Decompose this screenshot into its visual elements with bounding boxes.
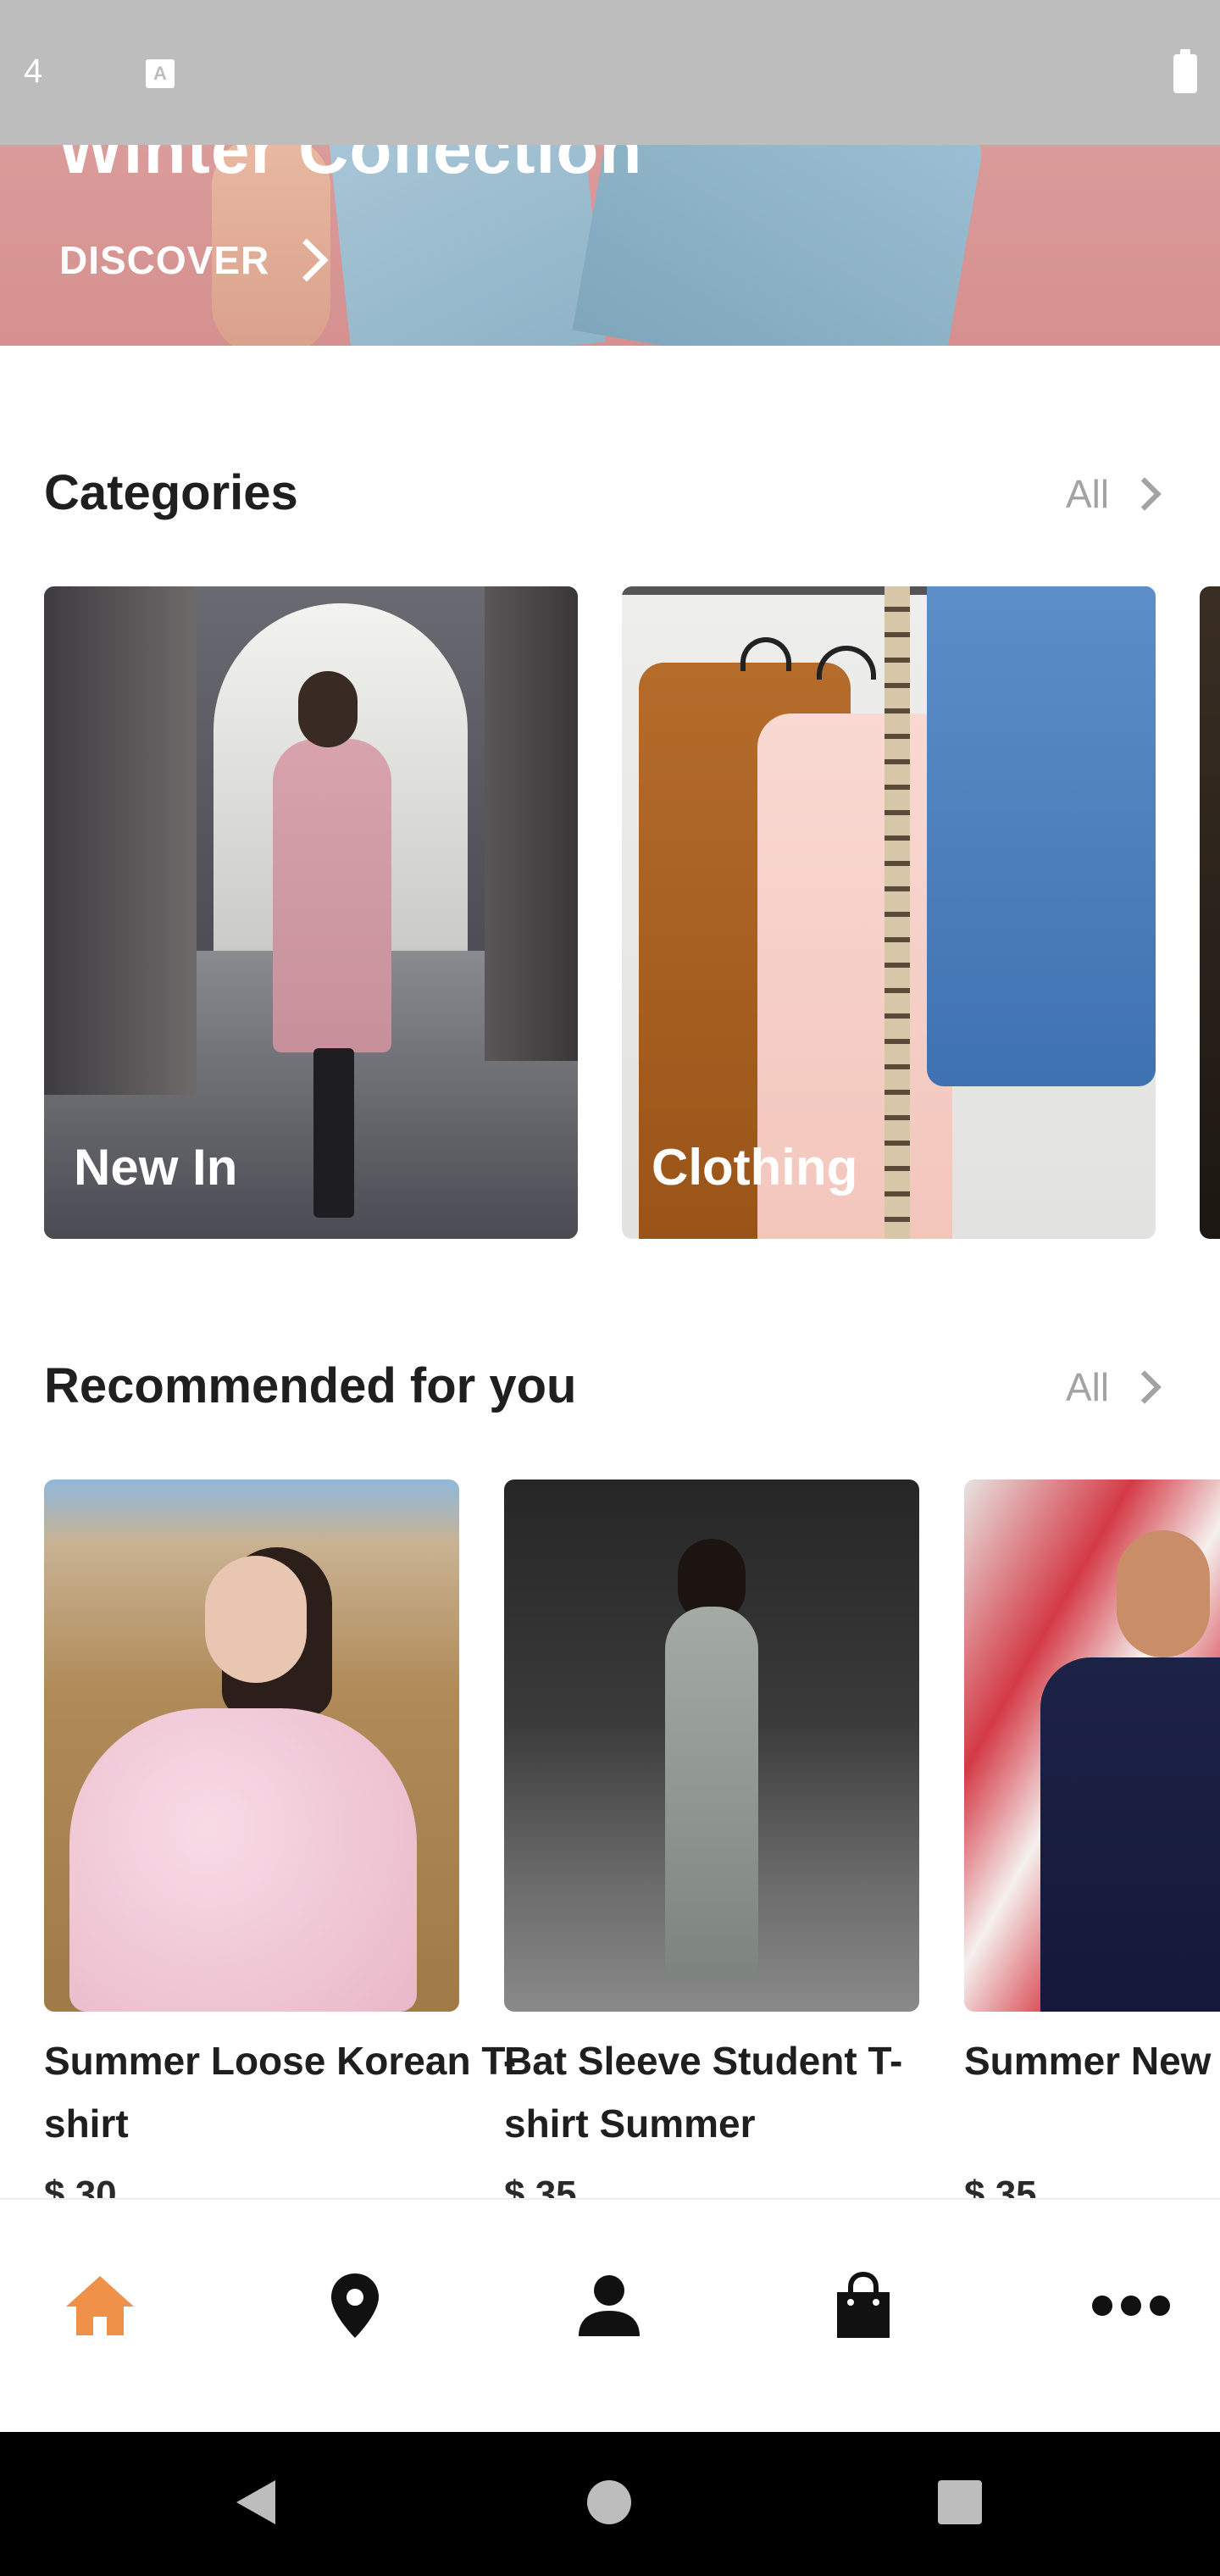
photo-model-head bbox=[298, 671, 358, 747]
battery-icon bbox=[1173, 49, 1197, 93]
chevron-right-icon bbox=[1128, 477, 1162, 511]
chevron-right-icon bbox=[285, 238, 329, 282]
photo-model-coat bbox=[273, 739, 391, 1052]
category-card-clothing[interactable]: Clothing bbox=[622, 586, 1156, 1239]
nav-more-button[interactable] bbox=[1084, 2259, 1178, 2352]
product-image[interactable] bbox=[44, 1480, 459, 2012]
photo-model-head bbox=[1117, 1530, 1210, 1657]
status-time: 4 bbox=[24, 53, 43, 90]
product-image[interactable] bbox=[964, 1480, 1220, 2012]
photo-model-shirt bbox=[1040, 1657, 1220, 2012]
photo-belt bbox=[884, 586, 910, 1239]
bottom-navigation bbox=[0, 2198, 1220, 2432]
system-back-button[interactable] bbox=[225, 2473, 285, 2532]
photo-pillar bbox=[485, 586, 578, 1061]
recents-square-icon bbox=[938, 2480, 982, 2524]
system-home-button[interactable] bbox=[580, 2473, 639, 2532]
photo-model-jumpsuit bbox=[665, 1607, 758, 1979]
category-label: Clothing bbox=[652, 1139, 858, 1196]
nav-home-button[interactable] bbox=[53, 2259, 147, 2352]
product-name[interactable]: Bat Sleeve Student T-shirt Summer bbox=[504, 2029, 928, 2155]
photo-hanger bbox=[740, 637, 791, 671]
chevron-right-icon bbox=[1128, 1370, 1162, 1404]
notification-glyph: A bbox=[153, 63, 167, 84]
photo-hanger bbox=[817, 646, 876, 680]
nav-location-button[interactable] bbox=[308, 2259, 402, 2352]
shopping-bag-icon bbox=[837, 2272, 890, 2338]
recommended-see-all-link[interactable]: All bbox=[1066, 1364, 1162, 1410]
home-circle-icon bbox=[587, 2480, 631, 2524]
discover-label: DISCOVER bbox=[59, 238, 270, 282]
photo-model-head bbox=[205, 1556, 307, 1683]
person-icon bbox=[579, 2275, 640, 2336]
photo-model-legs bbox=[313, 1048, 354, 1218]
recommended-title: Recommended for you bbox=[44, 1358, 577, 1413]
system-navigation-bar bbox=[0, 2432, 1220, 2576]
location-pin-icon bbox=[331, 2273, 379, 2338]
category-card-peek[interactable] bbox=[1200, 586, 1220, 1239]
see-all-label: All bbox=[1066, 472, 1110, 516]
category-label: New In bbox=[74, 1139, 238, 1196]
home-icon bbox=[66, 2276, 134, 2335]
product-image[interactable] bbox=[504, 1480, 919, 2012]
back-icon bbox=[236, 2480, 275, 2524]
text-notification-icon: A bbox=[146, 59, 175, 88]
nav-cart-button[interactable] bbox=[817, 2259, 910, 2352]
category-card-new-in[interactable]: New In bbox=[44, 586, 578, 1239]
categories-title: Categories bbox=[44, 465, 298, 520]
status-bar: 4 A bbox=[0, 0, 1220, 145]
discover-button[interactable]: DISCOVER bbox=[59, 237, 329, 283]
more-dots-icon bbox=[1092, 2296, 1170, 2316]
nav-profile-button[interactable] bbox=[563, 2259, 656, 2352]
photo-pillar bbox=[44, 586, 197, 1095]
see-all-label: All bbox=[1066, 1365, 1110, 1409]
photo-model-dress bbox=[69, 1708, 417, 2012]
categories-see-all-link[interactable]: All bbox=[1066, 471, 1162, 517]
product-name[interactable]: Summer Loose Korean T-shirt bbox=[44, 2029, 518, 2155]
system-recents-button[interactable] bbox=[930, 2473, 990, 2532]
photo-jeans bbox=[927, 586, 1156, 1086]
product-name[interactable]: Summer New Version bbox=[964, 2029, 1220, 2092]
